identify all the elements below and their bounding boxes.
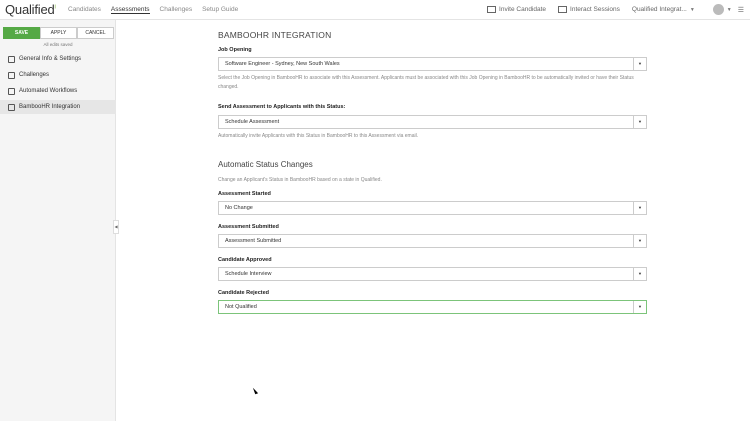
avatar[interactable] xyxy=(712,4,724,15)
select-value: Schedule Interview xyxy=(225,271,272,277)
invite-candidate-button[interactable]: Invite Candidate xyxy=(487,6,546,13)
chevron-down-icon: ▼ xyxy=(633,301,646,313)
qualified-logo[interactable]: Qualifiedi xyxy=(5,2,56,17)
org-selector[interactable]: Qualified Integrat... ▼ xyxy=(632,6,701,13)
hamburger-menu-icon[interactable]: ☰ xyxy=(738,6,744,14)
chevron-down-icon: ▼ xyxy=(633,268,646,280)
layers-icon xyxy=(8,71,15,79)
org-label: Qualified Integrat... xyxy=(631,6,687,13)
nav-assessments[interactable]: Assessments xyxy=(110,6,150,14)
sidebar-item-general[interactable]: General Info & Settings xyxy=(0,52,116,66)
top-right-actions: Invite Candidate Interact Sessions Quali… xyxy=(487,4,750,15)
sidebar-item-bamboohr[interactable]: BambooHR Integration xyxy=(0,100,116,114)
candidate-rejected-select[interactable]: Not Qualified ▼ xyxy=(218,300,647,314)
sidebar-collapse-toggle[interactable]: ◀ xyxy=(113,220,119,234)
workflow-icon xyxy=(8,87,15,95)
chevron-down-icon[interactable]: ▼ xyxy=(727,7,732,13)
assessment-started-select[interactable]: No Change ▼ xyxy=(218,201,647,215)
chevron-down-icon: ▼ xyxy=(689,6,695,13)
section-title: Automatic Status Changes xyxy=(218,160,313,169)
envelope-icon xyxy=(487,6,497,13)
nav-candidates[interactable]: Candidates xyxy=(68,6,101,14)
sidebar-item-workflows[interactable]: Automated Workflows xyxy=(0,84,116,98)
send-status-label: Send Assessment to Applicants with this … xyxy=(218,104,346,110)
sidebar: SAVE APPLY CANCEL All edits saved Genera… xyxy=(0,20,116,421)
invite-label: Invite Candidate xyxy=(499,6,547,13)
send-status-help: Automatically invite Applicants with thi… xyxy=(218,133,419,139)
interact-sessions-button[interactable]: Interact Sessions xyxy=(558,6,620,13)
assessment-started-label: Assessment Started xyxy=(218,191,271,197)
chevron-down-icon: ▼ xyxy=(633,202,646,214)
candidate-rejected-label: Candidate Rejected xyxy=(218,290,270,296)
status-help: Change an Applicant's Status in BambooHR… xyxy=(218,177,382,183)
select-value: Schedule Assessment xyxy=(225,119,280,125)
interact-label: Interact Sessions xyxy=(570,6,620,13)
main-nav: Candidates Assessments Challenges Setup … xyxy=(68,6,238,14)
sidebar-item-challenges[interactable]: Challenges xyxy=(0,68,116,82)
save-button[interactable]: SAVE xyxy=(3,27,40,39)
sidebar-item-label: General Info & Settings xyxy=(19,56,82,62)
top-navbar: Qualifiedi Candidates Assessments Challe… xyxy=(0,0,750,20)
candidate-approved-label: Candidate Approved xyxy=(218,257,272,263)
sidebar-item-label: Challenges xyxy=(19,72,50,78)
apply-button[interactable]: APPLY xyxy=(40,27,77,39)
job-opening-help: Select the Job Opening in BambooHR to as… xyxy=(218,75,634,90)
chevron-down-icon: ▼ xyxy=(633,58,646,70)
nav-setup-guide[interactable]: Setup Guide xyxy=(202,6,238,14)
job-opening-label: Job Opening xyxy=(218,47,252,53)
select-value: Assessment Submitted xyxy=(225,238,282,244)
action-buttons: SAVE APPLY CANCEL xyxy=(3,27,114,39)
pencil-icon xyxy=(8,55,15,63)
job-opening-select[interactable]: Software Engineer - Sydney, New South Wa… xyxy=(218,57,647,71)
link-icon xyxy=(8,103,15,111)
select-value: Software Engineer - Sydney, New South Wa… xyxy=(225,61,340,67)
chevron-down-icon: ▼ xyxy=(633,235,646,247)
nav-challenges[interactable]: Challenges xyxy=(160,6,193,14)
send-status-select[interactable]: Schedule Assessment ▼ xyxy=(218,115,647,129)
sidebar-item-label: BambooHR Integration xyxy=(19,104,81,110)
assessment-submitted-select[interactable]: Assessment Submitted ▼ xyxy=(218,234,647,248)
cancel-button[interactable]: CANCEL xyxy=(77,27,114,39)
select-value: Not Qualified xyxy=(225,304,257,310)
page-title: BAMBOOHR INTEGRATION xyxy=(218,30,332,40)
logo-text: Qualified xyxy=(5,2,55,17)
monitor-icon xyxy=(558,6,568,13)
chevron-down-icon: ▼ xyxy=(633,116,646,128)
sidebar-item-label: Automated Workflows xyxy=(19,88,78,94)
logo-mark: i xyxy=(54,4,56,11)
assessment-submitted-label: Assessment Submitted xyxy=(218,224,279,230)
mouse-cursor xyxy=(252,386,259,395)
candidate-approved-select[interactable]: Schedule Interview ▼ xyxy=(218,267,647,281)
select-value: No Change xyxy=(225,205,253,211)
save-status: All edits saved xyxy=(43,42,73,47)
